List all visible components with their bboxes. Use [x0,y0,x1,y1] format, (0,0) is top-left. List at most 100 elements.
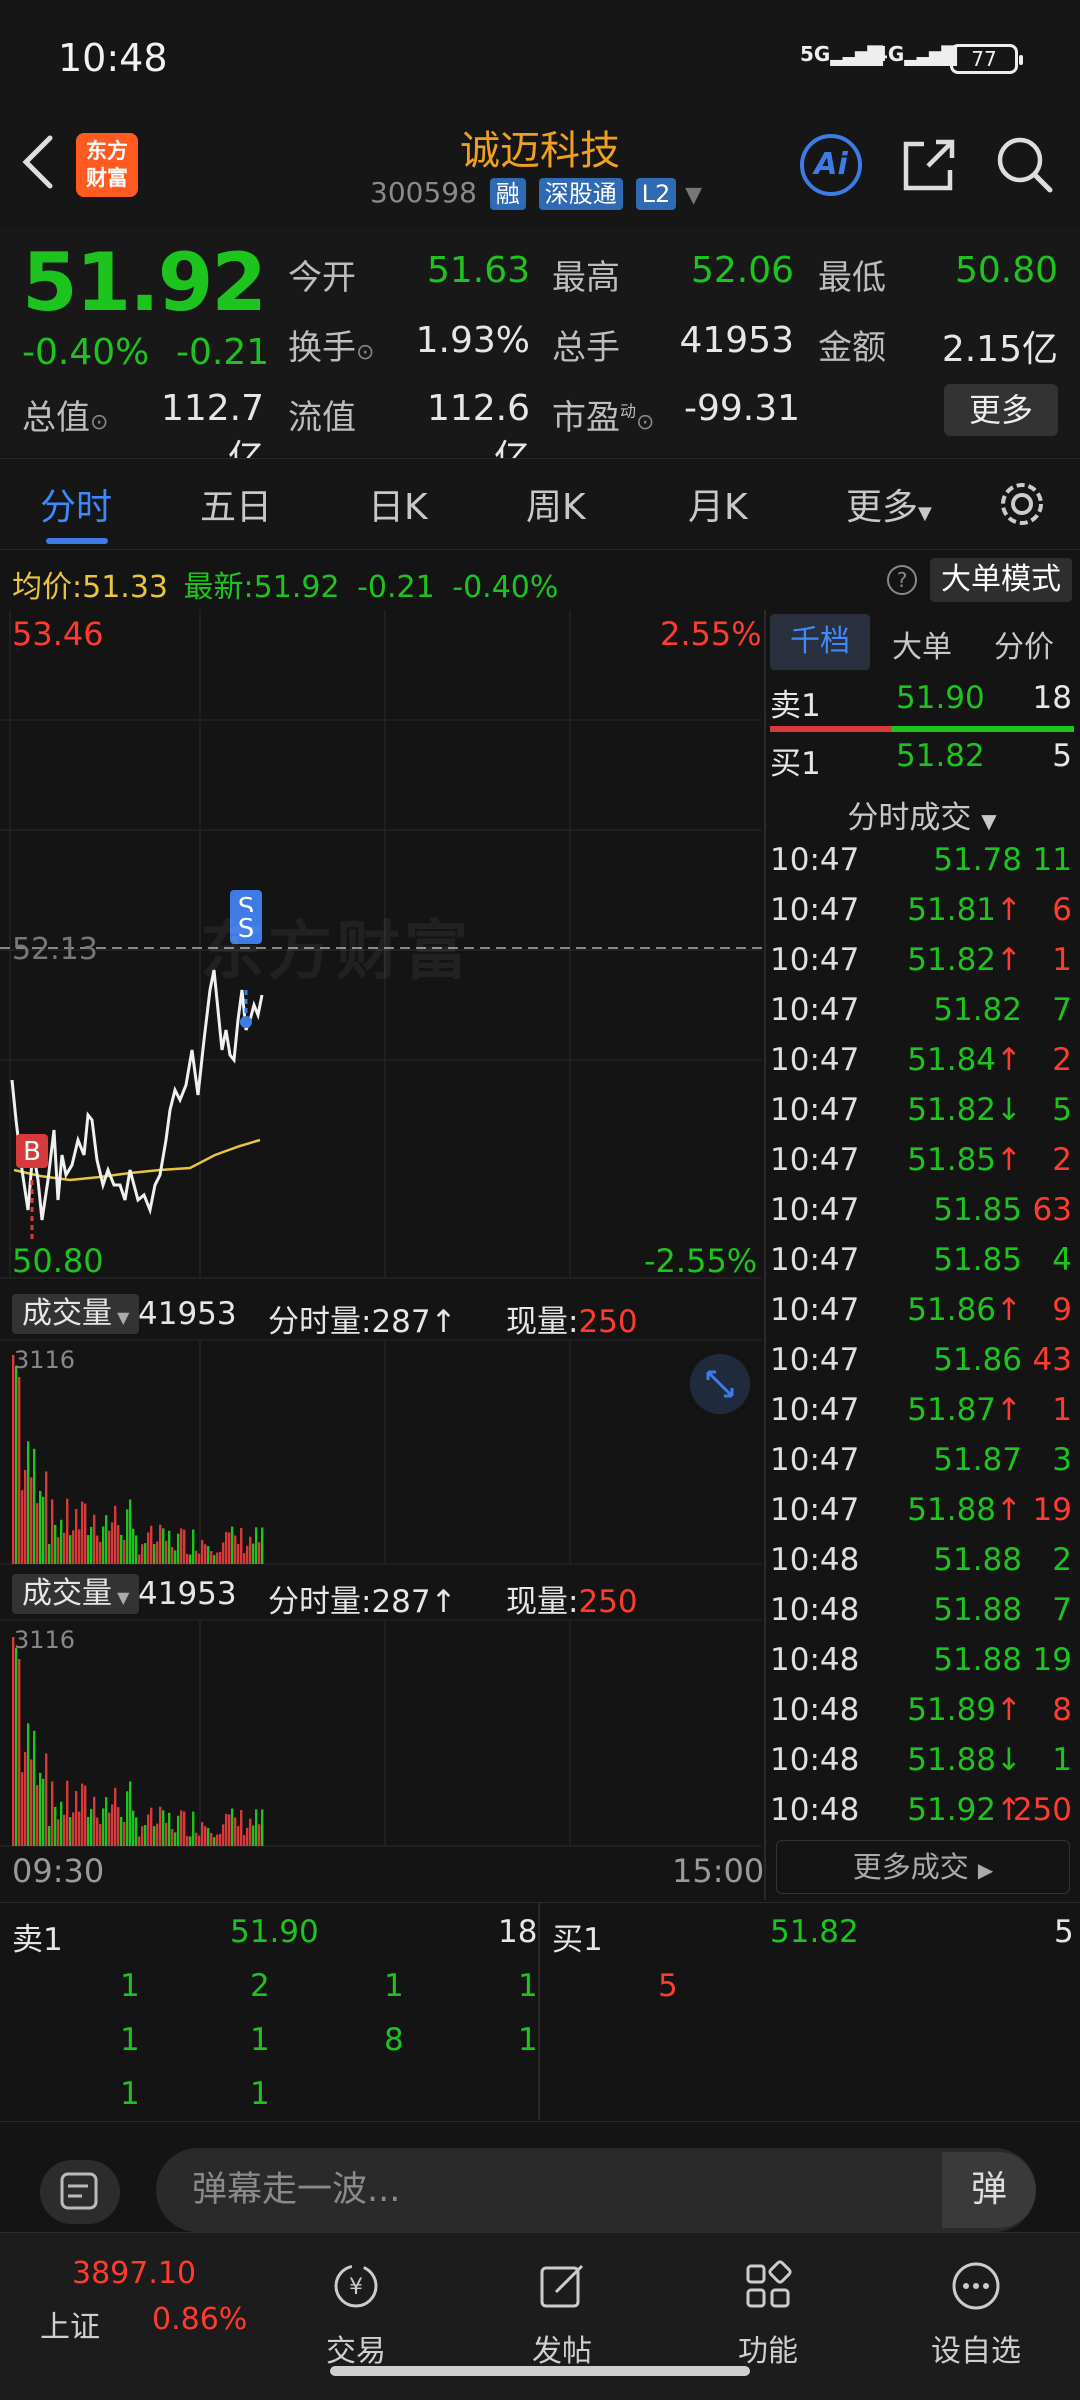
info-icon[interactable]: ⊙ [356,340,374,365]
volume-bar [138,1836,141,1846]
tab-more[interactable]: 更多▼ [846,478,932,530]
nav-post[interactable]: 发帖 [502,2258,622,2370]
more-ticks-button[interactable]: 更多成交 ▶ [776,1840,1070,1894]
volume-bar [231,1526,234,1564]
volume-bar [222,1824,225,1846]
back-button[interactable] [18,132,74,198]
expand-button[interactable] [690,1354,750,1414]
index-change[interactable]: 0.86% [152,2302,247,2337]
chevron-left-icon [22,135,53,189]
volume-value: 41953 [679,320,794,361]
buy-marker-label: B [23,1137,41,1167]
tab-big-orders[interactable]: 大单 [892,622,952,666]
tick-row: 10:48 51.88↓ 1 [770,1742,1072,1778]
volume-bar [51,1499,54,1564]
tab-price-dist[interactable]: 分价 [994,622,1054,666]
volume-bar [27,1723,30,1846]
nav-trade[interactable]: ¥ 交易 [296,2258,416,2370]
amount-value: 2.15亿 [941,329,1058,370]
tab-monthly[interactable]: 月K [688,478,748,530]
book-sell-queue-cell: 1 [250,2076,270,2112]
tab-intraday[interactable]: 分时 [40,478,112,530]
danmu-settings-button[interactable] [40,2160,120,2224]
stock-code: 300598 [370,176,477,209]
indicator-selector-2[interactable]: 成交量 ▼ [12,1574,140,1614]
volume-bar [255,1809,258,1846]
volume-bar [75,1790,78,1846]
pct-axis-high: 2.55% [660,615,762,653]
volume-bar [72,1812,75,1846]
logo-text: 东方 财富 [86,139,128,190]
volume-max-label: 3116 [14,1346,76,1374]
volume-bar [189,1554,192,1564]
open-value: 51.63 [426,250,530,291]
volume-bar [195,1832,198,1846]
volume-bar [153,1826,156,1846]
volume-label: 总手 [552,328,620,368]
settings-button[interactable] [996,478,1048,530]
volume-bar [198,1835,201,1846]
time-axis-end: 15:00 [672,1852,765,1890]
book-sell-queue-cell: 1 [250,2022,270,2058]
big-order-mode-button[interactable]: 大单模式 [930,558,1072,602]
volume-bar [258,1542,261,1564]
volume-bar [102,1526,105,1564]
volume-bar [156,1823,159,1846]
volume-bar [204,1544,207,1564]
home-indicator[interactable] [330,2366,750,2376]
volume-bar [150,1807,153,1846]
more-quote-button[interactable]: 更多 [944,384,1058,436]
volume-bar [87,1534,90,1564]
volume-bar [57,1537,60,1564]
volume-bar [192,1529,195,1564]
volume-bars-2 [12,1637,264,1846]
open-label: 今开 [288,258,356,298]
amount-label: 金额 [818,328,886,368]
turnover-label: 换手⊙ [288,328,375,368]
volume-bar [120,1816,123,1846]
tick-row: 10:47 51.86 43 [770,1342,1072,1378]
more-dots-icon [952,2262,1000,2310]
help-icon[interactable]: ? [887,565,917,595]
volume-bar [48,1825,51,1846]
index-value[interactable]: 3897.10 [72,2256,196,2291]
info-icon[interactable]: ⊙ [90,410,108,435]
volume-bar [216,1552,219,1564]
volume-bar [135,1817,138,1846]
tick-row: 10:47 51.85 63 [770,1192,1072,1228]
volume-bar [171,1829,174,1846]
price-axis-low: 50.80 [12,1242,104,1280]
volume-bar [81,1783,84,1846]
info-icon[interactable]: ⊙ [636,410,654,435]
volume-bar [135,1535,138,1564]
volume-bar [105,1797,108,1846]
volume-bar [234,1817,237,1846]
tick-row: 10:48 51.92↑ 250 [770,1792,1072,1828]
volume-bar [225,1813,228,1846]
search-button[interactable] [992,132,1056,196]
tab-5day[interactable]: 五日 [200,478,272,530]
indicator-selector[interactable]: 成交量 ▼ [12,1294,140,1334]
tab-level2-book[interactable]: 千档 [770,614,870,670]
share-button[interactable] [898,134,960,196]
danmu-input[interactable]: 弹幕走一波... [156,2148,1036,2232]
volume-bar [84,1785,87,1846]
search-icon [997,137,1053,193]
tab-daily[interactable]: 日K [368,478,428,530]
ai-button[interactable]: Ai [800,134,862,196]
volume-bar [201,1822,204,1846]
danmu-toggle-button[interactable]: 弹 [942,2152,1036,2228]
nav-add-watchlist[interactable]: 设自选 [916,2258,1036,2370]
volume-bar [195,1550,198,1564]
tab-weekly[interactable]: 周K [526,478,586,530]
volume-bar [45,1753,48,1846]
volume-bar [162,1810,165,1846]
dropdown-icon[interactable]: ▼ [685,183,702,208]
volume-bar [180,1528,183,1564]
volume-bar [21,1490,24,1564]
volume-bar [156,1541,159,1564]
index-name[interactable]: 上证 [40,2302,100,2346]
nav-functions[interactable]: 功能 [708,2258,828,2370]
ticks-header[interactable]: 分时成交 ▼ [770,792,1074,837]
volume-bar [129,1781,132,1846]
